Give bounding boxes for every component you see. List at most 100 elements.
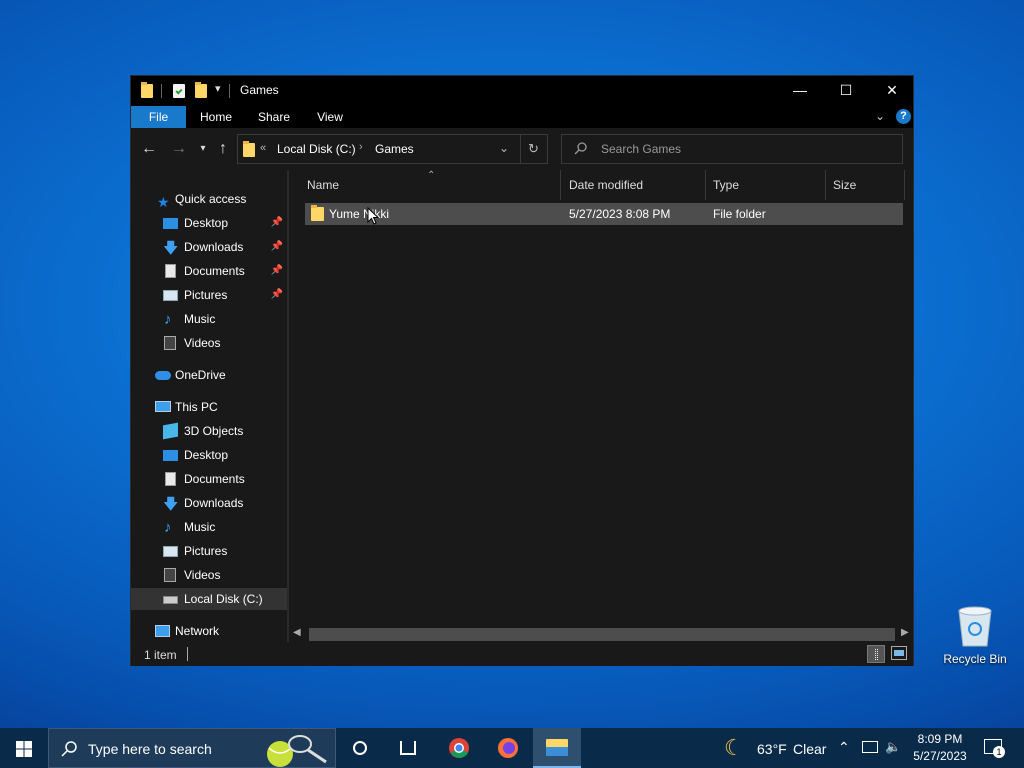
tab-home[interactable]: Home [193, 106, 239, 128]
refresh-icon[interactable]: ↻ [528, 141, 539, 157]
file-explorer-taskbar-button[interactable] [533, 728, 581, 768]
scrollbar-thumb[interactable] [309, 628, 895, 641]
new-folder-icon[interactable] [195, 82, 207, 98]
sidebar-item-label: Pictures [184, 288, 228, 302]
sidebar-item-downloads[interactable]: 🡇 Downloads 📌 [131, 236, 287, 258]
breadcrumb-local-disk[interactable]: Local Disk (C:) [277, 142, 356, 156]
address-bar[interactable]: « Local Disk (C:) › Games ⌄ ↻ [237, 134, 548, 164]
sidebar-item-documents[interactable]: Documents [131, 468, 287, 490]
title-bar[interactable]: ▾ Games — ☐ ✕ [131, 76, 913, 106]
firefox-taskbar-button[interactable] [484, 728, 532, 768]
help-icon[interactable]: ? [896, 109, 911, 124]
recycle-bin-label: Recycle Bin [943, 652, 1007, 666]
pin-icon[interactable]: 📌 [271, 284, 283, 306]
search-input[interactable]: Search Games [601, 142, 681, 156]
sidebar-item-videos[interactable]: Videos [131, 564, 287, 586]
tab-file[interactable]: File [131, 106, 186, 128]
minimize-button[interactable]: — [777, 76, 823, 106]
sidebar-item-desktop[interactable]: Desktop [131, 444, 287, 466]
up-button[interactable]: ↑ [214, 140, 232, 158]
file-explorer-icon [546, 739, 568, 756]
scroll-left-icon[interactable]: ◀ [293, 627, 301, 638]
notification-count: 1 [993, 746, 1005, 758]
sidebar-item-videos[interactable]: Videos [131, 332, 287, 354]
network-status-icon[interactable] [862, 741, 878, 753]
sidebar-item-onedrive[interactable]: OneDrive [131, 364, 287, 386]
sidebar-item-music[interactable]: ♪ Music [131, 308, 287, 330]
pin-icon[interactable]: 📌 [271, 212, 283, 234]
notifications-button[interactable]: 1 [984, 739, 1005, 758]
maximize-button[interactable]: ☐ [823, 76, 869, 106]
sidebar-item-label: Desktop [184, 448, 229, 462]
column-name[interactable]: Name [299, 170, 561, 200]
sidebar-item-label: Downloads [184, 496, 244, 510]
back-button[interactable]: ← [140, 140, 158, 158]
column-headers: ⌃ Name Date modified Type Size [291, 170, 911, 200]
file-name[interactable]: Yume Nikki [329, 203, 389, 225]
pin-icon[interactable]: 📌 [271, 260, 283, 282]
sidebar-item-label: Network [175, 624, 220, 638]
large-icons-view-icon[interactable] [891, 646, 907, 660]
divider [229, 84, 230, 98]
task-view-button[interactable] [384, 728, 432, 768]
moon-icon[interactable]: ☾ [724, 735, 744, 761]
sidebar-item-quick-access[interactable]: ★ Quick access [131, 188, 287, 210]
sidebar-item-network[interactable]: Network [131, 620, 287, 642]
forward-button[interactable]: → [170, 140, 188, 158]
sidebar-item-3d-objects[interactable]: 3D Objects [131, 420, 287, 442]
taskbar-search-input[interactable]: Type here to search [88, 741, 212, 757]
address-dropdown-icon[interactable]: ⌄ [499, 141, 509, 155]
file-type: File folder [713, 207, 766, 221]
recycle-bin-shortcut[interactable]: Recycle Bin [942, 600, 1008, 680]
sidebar-item-desktop[interactable]: Desktop 📌 [131, 212, 287, 234]
clock-time[interactable]: 8:09 PM [910, 732, 970, 746]
cortana-button[interactable] [336, 728, 384, 768]
sidebar-item-label: Quick access [175, 192, 247, 206]
documents-icon [165, 264, 176, 278]
column-date-modified[interactable]: Date modified [561, 170, 706, 200]
volume-muted-icon[interactable]: 🔈 [885, 739, 901, 755]
table-row[interactable]: Yume Nikki 5/27/2023 8:08 PM File folder [305, 203, 903, 225]
chevron-right-icon[interactable]: › [359, 141, 363, 153]
weather-temperature[interactable]: 63°F [757, 741, 787, 757]
overflow-icon[interactable]: « [260, 142, 266, 154]
taskbar-search-box[interactable]: Type here to search [48, 728, 336, 768]
show-hidden-icons-button[interactable]: ⌃ [838, 739, 850, 756]
sidebar-item-music[interactable]: ♪ Music [131, 516, 287, 538]
customize-qat-icon[interactable]: ▾ [215, 82, 221, 95]
sidebar-item-label: Documents [184, 472, 245, 486]
sidebar-item-label: Desktop [184, 216, 229, 230]
breadcrumb-games[interactable]: Games [375, 142, 414, 156]
horizontal-scrollbar[interactable]: ◀ ▶ [291, 626, 913, 643]
start-button[interactable] [0, 728, 48, 768]
task-view-icon [400, 741, 416, 755]
scroll-right-icon[interactable]: ▶ [901, 627, 909, 638]
expand-ribbon-icon[interactable]: ⌄ [875, 109, 885, 123]
tab-view[interactable]: View [307, 106, 353, 128]
tab-share[interactable]: Share [251, 106, 297, 128]
sidebar-item-label: OneDrive [175, 368, 226, 382]
sidebar-item-pictures[interactable]: Pictures 📌 [131, 284, 287, 306]
3d-objects-icon [163, 422, 178, 440]
sidebar-item-documents[interactable]: Documents 📌 [131, 260, 287, 282]
search-icon [61, 741, 77, 757]
close-button[interactable]: ✕ [869, 76, 915, 106]
pane-splitter[interactable] [287, 170, 289, 642]
details-view-icon[interactable] [867, 645, 885, 663]
column-size[interactable]: Size [825, 170, 905, 200]
network-icon [155, 625, 170, 637]
sidebar-item-pictures[interactable]: Pictures [131, 540, 287, 562]
music-icon: ♪ [164, 311, 172, 328]
column-type[interactable]: Type [705, 170, 826, 200]
properties-icon[interactable] [173, 84, 185, 98]
search-box[interactable]: Search Games [561, 134, 903, 164]
pin-icon[interactable]: 📌 [271, 236, 283, 258]
recent-locations-icon[interactable]: ▾ [194, 140, 212, 158]
sidebar-item-this-pc[interactable]: This PC [131, 396, 287, 418]
chrome-taskbar-button[interactable] [435, 728, 483, 768]
clock-date[interactable]: 5/27/2023 [908, 749, 972, 763]
sidebar-item-local-disk[interactable]: Local Disk (C:) [131, 588, 287, 610]
sidebar-item-downloads[interactable]: 🡇 Downloads [131, 492, 287, 514]
music-icon: ♪ [164, 519, 172, 536]
weather-condition[interactable]: Clear [793, 741, 826, 757]
